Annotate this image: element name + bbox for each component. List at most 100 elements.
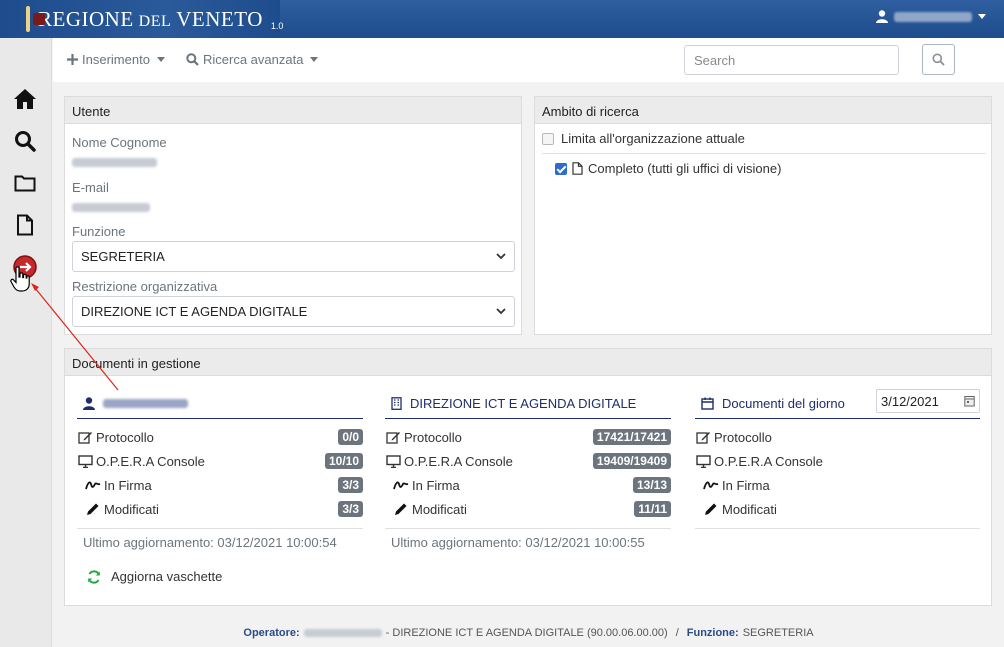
limita-option[interactable]: Limita all'organizzazione attuale [542, 131, 745, 146]
search-button[interactable] [922, 44, 955, 75]
search-icon[interactable] [12, 128, 38, 154]
sidebar [0, 38, 52, 647]
list-item[interactable]: In Firma 3/3 [77, 475, 363, 495]
brand-title: REGIONE DEL VENETO [38, 6, 263, 31]
file-icon [572, 162, 583, 175]
insert-label: Inserimento [82, 52, 150, 67]
list-item[interactable]: Modificati [695, 499, 980, 519]
column-heading[interactable]: DIREZIONE ICT E AGENDA DIGITALE [385, 389, 671, 419]
restrizione-select[interactable]: DIREZIONE ICT E AGENDA DIGITALE [72, 296, 515, 327]
monitor-icon [385, 454, 401, 468]
insert-dropdown[interactable]: Inserimento [67, 52, 165, 67]
calendar-icon [701, 397, 714, 410]
row-label: O.P.E.R.A Console [96, 453, 205, 469]
calendar-icon [964, 396, 975, 407]
list-item[interactable]: Modificati 11/11 [385, 499, 671, 519]
operatore-office: - DIREZIONE ICT E AGENDA DIGITALE (90.00… [385, 627, 668, 639]
pencil-icon [393, 502, 409, 516]
chevron-down-icon [156, 57, 165, 62]
column-heading[interactable] [77, 389, 363, 419]
row-label: Protocollo [96, 429, 154, 445]
row-label: In Firma [722, 477, 770, 493]
panel-title: Utente [65, 97, 521, 124]
user-column: Protocollo 0/0 O.P.E.R.A Console 10/10 I… [77, 389, 363, 589]
advanced-search-label: Ricerca avanzata [203, 52, 304, 67]
operatore-name-redacted [303, 629, 382, 637]
search-icon [932, 53, 945, 66]
row-label: Modificati [104, 501, 159, 517]
count-badge: 13/13 [632, 477, 671, 493]
date-input[interactable]: 3/12/2021 [876, 389, 980, 413]
hand-cursor-icon [10, 266, 30, 295]
divider [77, 528, 363, 529]
row-label: O.P.E.R.A Console [404, 453, 513, 469]
file-icon[interactable] [12, 212, 38, 238]
list-item[interactable]: Protocollo 0/0 [77, 427, 363, 447]
search-input[interactable] [684, 45, 899, 75]
refresh-icon [88, 569, 100, 584]
last-updated: Ultimo aggiornamento: 03/12/2021 10:00:5… [391, 535, 645, 550]
restrizione-label: Restrizione organizzativa [72, 279, 218, 294]
list-item[interactable]: O.P.E.R.A Console 19409/19409 [385, 451, 671, 471]
count-badge: 0/0 [338, 429, 363, 445]
signature-icon [85, 480, 101, 491]
signature-icon [393, 480, 409, 491]
list-item[interactable]: Protocollo 17421/17421 [385, 427, 671, 447]
app-version: 1.0 [270, 21, 284, 31]
email-value-redacted [72, 203, 150, 212]
user-icon [83, 397, 95, 410]
brand[interactable]: REGIONE DEL VENETO 1.0 [0, 0, 283, 38]
divider [542, 153, 986, 154]
today-column: Documenti del giorno 3/12/2021 Protocoll… [695, 389, 980, 589]
divider [695, 528, 980, 529]
funzione-value: SEGRETERIA [742, 627, 814, 639]
regione-veneto-logo [26, 6, 45, 32]
email-label: E-mail [72, 180, 109, 195]
home-icon[interactable] [12, 86, 38, 112]
search-icon [186, 53, 199, 66]
date-value: 3/12/2021 [881, 393, 939, 409]
panel-title: Ambito di ricerca [535, 97, 991, 124]
user-name-redacted [894, 11, 972, 22]
user-name-redacted [103, 399, 188, 408]
count-badge: 3/3 [338, 477, 363, 493]
limita-label: Limita all'organizzazione attuale [561, 131, 745, 146]
count-badge: 10/10 [324, 453, 363, 469]
utente-panel: Utente Nome Cognome E-mail Funzione SEGR… [64, 96, 522, 335]
edit-icon [385, 431, 401, 444]
limita-checkbox[interactable] [542, 132, 554, 145]
completo-checkbox[interactable] [555, 162, 567, 175]
list-item[interactable]: In Firma 13/13 [385, 475, 671, 495]
monitor-icon [77, 454, 93, 468]
refresh-button[interactable]: Aggiorna vaschette [87, 569, 222, 584]
row-label: Modificati [722, 501, 777, 517]
toolbar: Inserimento Ricerca avanzata [53, 38, 1004, 82]
office-column: DIREZIONE ICT E AGENDA DIGITALE Protocol… [385, 389, 671, 589]
list-item[interactable]: Protocollo [695, 427, 980, 447]
user-menu[interactable] [876, 10, 986, 23]
list-item[interactable]: Modificati 3/3 [77, 499, 363, 519]
row-label: Protocollo [404, 429, 462, 445]
name-value-redacted [72, 158, 157, 167]
documenti-panel: Documenti in gestione Protocollo 0/0 O.P… [64, 348, 992, 606]
list-item[interactable]: O.P.E.R.A Console 10/10 [77, 451, 363, 471]
folder-icon[interactable] [12, 170, 38, 196]
list-item[interactable]: In Firma [695, 475, 980, 495]
advanced-search-dropdown[interactable]: Ricerca avanzata [186, 52, 319, 67]
signature-icon [703, 480, 719, 491]
funzione-value: SEGRETERIA [81, 249, 165, 264]
list-item[interactable]: O.P.E.R.A Console [695, 451, 980, 471]
row-label: Modificati [412, 501, 467, 517]
funzione-label: Funzione [72, 224, 126, 239]
divider [385, 528, 671, 529]
completo-option[interactable]: Completo (tutti gli uffici di visione) [555, 161, 781, 176]
pencil-icon [703, 502, 719, 516]
funzione-label: Funzione: [686, 627, 739, 639]
count-badge: 3/3 [338, 501, 363, 517]
operatore-label: Operatore: [243, 627, 300, 639]
column-title: Documenti del giorno [722, 396, 845, 411]
chevron-down-icon [310, 57, 319, 62]
count-badge: 17421/17421 [592, 429, 671, 445]
funzione-select[interactable]: SEGRETERIA [72, 241, 515, 272]
building-icon [391, 397, 402, 410]
